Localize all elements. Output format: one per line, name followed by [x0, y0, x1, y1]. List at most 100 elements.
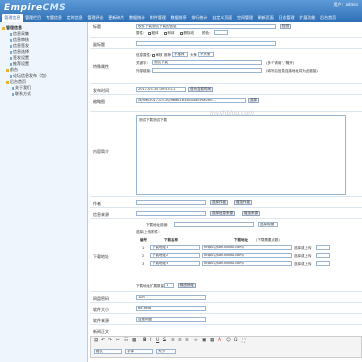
subtitle-input[interactable]: [136, 41, 276, 46]
dl-row-url[interactable]: https://pan.baidu.com/: [202, 261, 292, 266]
dl-prefix-label: 下载地址前缀：: [146, 223, 171, 227]
author-input[interactable]: [136, 200, 206, 205]
size-select[interactable]: 大小: [156, 349, 176, 354]
undo-icon[interactable]: ↶: [101, 338, 105, 343]
audit-checkbox[interactable]: 审核: [152, 53, 163, 58]
italic-icon[interactable]: I: [150, 338, 151, 343]
dl-header-no: 编号: [140, 238, 147, 242]
intro-textarea[interactable]: 测试下载测试下载: [136, 115, 346, 195]
keyword-label: 关键字：: [136, 61, 150, 65]
align-left-icon[interactable]: ≡: [171, 338, 175, 343]
topnav-item[interactable]: 空间管理: [235, 14, 256, 22]
topnav-item[interactable]: 数据统计: [127, 14, 148, 22]
attr-bold[interactable]: 粗体: [148, 31, 159, 36]
link-icon[interactable]: ∞: [194, 338, 198, 343]
dl-row-no: 1: [142, 246, 145, 250]
title-input[interactable]: 软件下载测试下载的信息: [136, 24, 276, 29]
dl-row-op[interactable]: 选择或上传: [294, 262, 312, 267]
cut-icon[interactable]: ✂: [116, 338, 120, 343]
dl-row-name[interactable]: 下载地址3: [150, 261, 200, 266]
topnav-item[interactable]: 自定义页面: [210, 14, 235, 22]
document-icon: [12, 92, 14, 96]
align-center-icon[interactable]: ≡: [178, 338, 182, 343]
dl-more-input[interactable]: 1: [164, 283, 174, 288]
underline-icon[interactable]: U: [156, 338, 159, 343]
dl-row-op[interactable]: 选择或上传: [294, 254, 312, 259]
set-now-button[interactable]: 设为当前时间: [188, 87, 213, 92]
recommend-select[interactable]: 不推荐: [172, 52, 188, 57]
dl-prefix-select[interactable]: 选择前缀: [258, 222, 278, 227]
copy-icon[interactable]: ☷: [124, 338, 128, 343]
dl-row-name[interactable]: 下载地址2: [150, 253, 200, 258]
document-icon: [10, 56, 12, 60]
time-row: 发布时间 2017-03-30 09:53:11 设为当前时间: [90, 85, 362, 95]
dl-row-name[interactable]: 下载地址1: [150, 245, 200, 250]
attr-italic[interactable]: 斜体: [164, 31, 175, 36]
attr-strike[interactable]: 删除线: [180, 31, 194, 36]
topnav-item[interactable]: 更新碎片: [106, 14, 127, 22]
body-row: 新闻正文: [90, 326, 362, 336]
select-source-button[interactable]: 选择信息来源: [210, 211, 235, 216]
document-icon: [12, 86, 14, 90]
check-title-button[interactable]: 检测: [280, 24, 291, 29]
folder-icon: [6, 68, 9, 72]
dl-prefix-input[interactable]: [174, 222, 254, 227]
keyword-input[interactable]: 测试下载: [152, 60, 262, 65]
outlink-hint: (填写后信息连接地址将为此链接): [266, 69, 318, 73]
select-author-button[interactable]: 选择作者: [210, 200, 228, 205]
outlink-input[interactable]: [152, 68, 262, 73]
time-input[interactable]: 2017-03-30 09:53:11: [136, 87, 186, 92]
source-icon[interactable]: ▤: [94, 338, 98, 343]
emoji-icon[interactable]: ☺: [226, 338, 231, 343]
dl-row-points[interactable]: [316, 253, 330, 258]
topnav-item[interactable]: 管理评论: [85, 14, 106, 22]
topnav-item[interactable]: 日志管理: [276, 14, 297, 22]
add-author-button[interactable]: 增加作者: [234, 200, 252, 205]
align-right-icon[interactable]: ≡: [185, 338, 189, 343]
thumb-input[interactable]: /d/file/2017-03-30/d6d61635b44ac56e2e0..…: [136, 98, 246, 103]
bold-icon[interactable]: B: [143, 338, 146, 343]
dl-row-url[interactable]: https://pan.baidu.com/: [202, 245, 292, 250]
author-label: 作者: [93, 201, 101, 206]
download-row: 下载地址 下载地址前缀： 选择前缀 选择/上传附件： 编号 下载名称 下载地址 …: [90, 220, 362, 292]
topnav-item[interactable]: 排行统计: [189, 14, 210, 22]
body-label: 新闻正文: [93, 329, 109, 334]
thumb-select-button[interactable]: 选择: [248, 98, 259, 103]
source2-input[interactable]: 百度网盘: [136, 317, 206, 322]
font-color-icon[interactable]: A: [218, 338, 221, 343]
size-input[interactable]: 66.6MB: [136, 306, 206, 311]
source-input[interactable]: [136, 211, 206, 216]
topnav-item[interactable]: 专题信息: [44, 14, 65, 22]
topnav-item[interactable]: 管理信息: [2, 14, 23, 22]
font-select[interactable]: 字体: [125, 349, 153, 354]
add-source-button[interactable]: 增加来源: [242, 211, 260, 216]
topnav-item[interactable]: 后台首页: [318, 14, 339, 22]
image-icon[interactable]: ▣: [202, 338, 206, 343]
topnav-item[interactable]: 数据排序: [168, 14, 189, 22]
redo-icon[interactable]: ↷: [108, 338, 112, 343]
sidebar-subitem[interactable]: 联系方式: [0, 91, 87, 97]
table-icon[interactable]: ▦: [210, 338, 214, 343]
dl-more-button[interactable]: 输出地址: [178, 283, 196, 288]
format-select[interactable]: 格式: [94, 349, 122, 354]
topnav-item[interactable]: 定时信息: [64, 14, 85, 22]
paste-icon[interactable]: ▩: [132, 338, 136, 343]
topnav-item[interactable]: 附件管理: [147, 14, 168, 22]
topnav-item[interactable]: 刷新页面: [255, 14, 276, 22]
pwd-input[interactable]: 1un: [136, 295, 206, 300]
fullscreen-icon[interactable]: ⛶: [242, 338, 245, 344]
title-label: 标题: [93, 24, 101, 29]
symbol-icon[interactable]: Ω: [234, 338, 237, 343]
document-icon: [10, 44, 12, 48]
color-input[interactable]: [214, 30, 228, 35]
headline-select[interactable]: 不头条: [198, 52, 214, 57]
topnav-item[interactable]: 管理栏目: [23, 14, 44, 22]
strike-icon[interactable]: S: [163, 338, 166, 343]
author-row: 作者 选择作者 增加作者: [90, 198, 362, 208]
dl-select-label: 选择/上传附件：: [136, 230, 162, 234]
dl-row-points[interactable]: [316, 261, 330, 266]
topnav-item[interactable]: 扩展功能: [297, 14, 318, 22]
dl-row-points[interactable]: [316, 245, 330, 250]
dl-row-url[interactable]: https://pan.baidu.com/: [202, 253, 292, 258]
dl-row-op[interactable]: 选择或上传: [294, 246, 312, 251]
